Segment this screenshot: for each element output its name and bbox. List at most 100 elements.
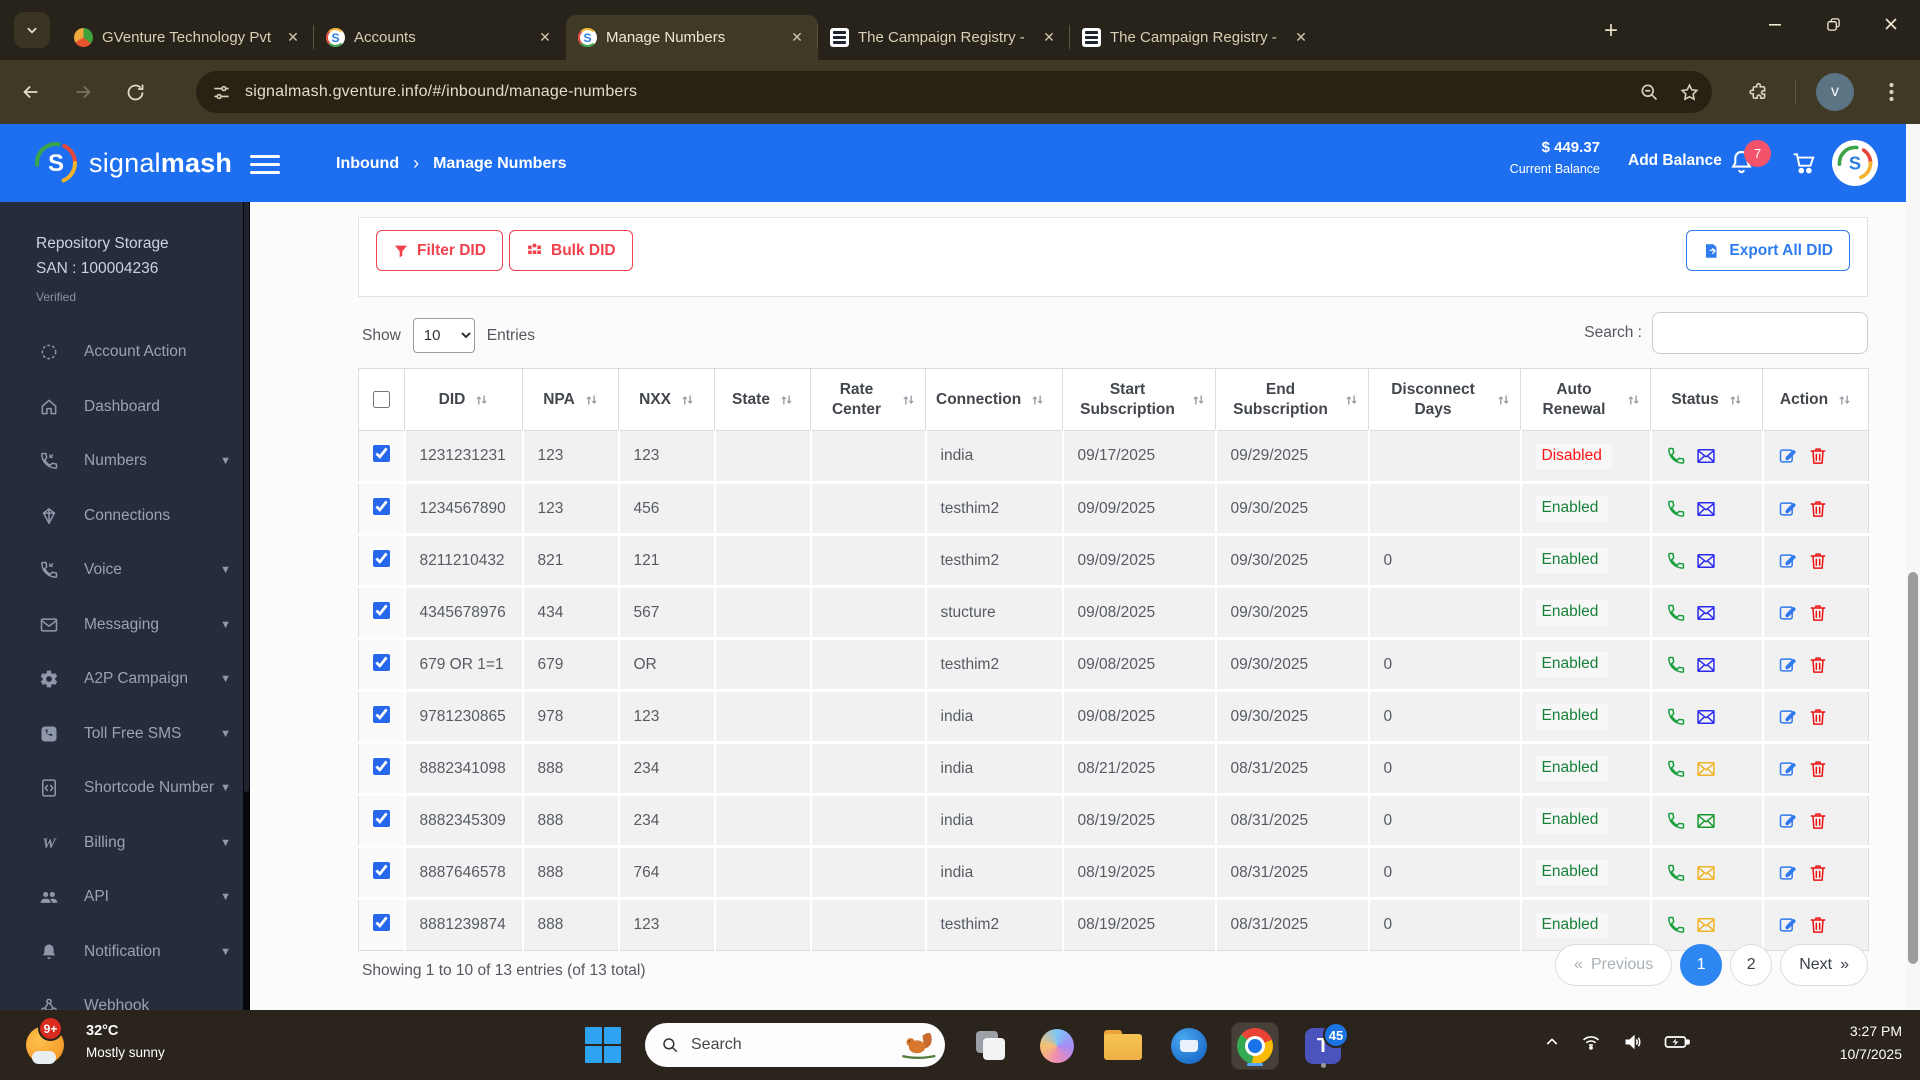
phone-status-icon[interactable] [1666, 759, 1686, 779]
sort-icon[interactable] [902, 392, 915, 408]
row-checkbox[interactable] [372, 809, 390, 827]
sidebar-item-account-action[interactable]: Account Action [0, 325, 243, 380]
row-checkbox[interactable] [372, 653, 390, 671]
phone-status-icon[interactable] [1666, 446, 1686, 466]
sidebar-item-billing[interactable]: W Billing ▼ [0, 816, 243, 871]
browser-menu-button[interactable] [1876, 74, 1906, 110]
bulk-did-button[interactable]: Bulk DID [509, 230, 633, 271]
edit-icon[interactable] [1778, 707, 1798, 727]
row-checkbox[interactable] [372, 445, 390, 462]
tab-close-button[interactable]: ✕ [786, 27, 808, 49]
mail-status-icon[interactable] [1696, 446, 1716, 466]
browser-tab[interactable]: S Manage Numbers ✕ [566, 15, 818, 60]
page-number-button[interactable]: 1 [1680, 944, 1723, 986]
reload-button[interactable] [118, 75, 152, 109]
filter-did-button[interactable]: Filter DID [376, 230, 503, 271]
trash-icon[interactable] [1808, 551, 1828, 571]
edit-icon[interactable] [1778, 759, 1798, 779]
profile-avatar[interactable]: v [1816, 73, 1854, 111]
browser-tab[interactable]: The Campaign Registry - ✕ [1069, 15, 1322, 60]
notifications-button[interactable]: 7 [1728, 140, 1771, 180]
previous-page-button[interactable]: «Previous [1555, 944, 1673, 986]
column-header[interactable]: End Subscription [1215, 368, 1369, 431]
mail-status-icon[interactable] [1696, 499, 1716, 519]
extensions-icon[interactable] [1740, 74, 1776, 110]
sort-icon[interactable] [780, 392, 793, 408]
sort-icon[interactable] [1497, 392, 1510, 408]
zoom-out-icon[interactable] [1632, 75, 1666, 109]
row-checkbox[interactable] [372, 549, 390, 567]
edit-icon[interactable] [1778, 811, 1798, 831]
mail-status-icon[interactable] [1696, 655, 1716, 675]
column-header[interactable]: Status [1650, 368, 1763, 431]
brand-logo[interactable]: S signalmash [33, 140, 232, 186]
address-bar[interactable]: signalmash.gventure.info/#/inbound/manag… [196, 71, 1712, 113]
export-all-did-button[interactable]: Export All DID [1686, 230, 1850, 271]
phone-status-icon[interactable] [1666, 863, 1686, 883]
sort-icon[interactable] [1627, 392, 1640, 408]
edit-icon[interactable] [1778, 603, 1798, 623]
thunderbird-button[interactable] [1166, 1023, 1212, 1069]
trash-icon[interactable] [1808, 811, 1828, 831]
sidebar-scrollbar[interactable] [243, 202, 250, 1010]
forward-button[interactable] [66, 75, 100, 109]
breadcrumb-section[interactable]: Inbound [336, 155, 399, 173]
site-info-icon[interactable] [212, 83, 231, 102]
file-explorer-button[interactable] [1100, 1023, 1146, 1069]
teams-button[interactable]: T 45 [1300, 1022, 1349, 1069]
page-scrollbar-thumb[interactable] [1908, 572, 1918, 964]
sort-icon[interactable] [585, 392, 598, 408]
mail-status-icon[interactable] [1696, 707, 1716, 727]
page-number-button[interactable]: 2 [1730, 944, 1773, 986]
phone-status-icon[interactable] [1666, 811, 1686, 831]
sidebar-item-messaging[interactable]: Messaging ▼ [0, 598, 243, 653]
column-header[interactable]: Action [1762, 368, 1869, 431]
task-view-button[interactable] [968, 1023, 1014, 1069]
row-checkbox[interactable] [372, 914, 390, 931]
sort-icon[interactable] [1345, 392, 1358, 408]
sidebar-item-api[interactable]: API ▼ [0, 870, 243, 925]
mail-status-icon[interactable] [1696, 551, 1716, 571]
cart-button[interactable] [1790, 150, 1818, 181]
sidebar-item-toll-free-sms[interactable]: Toll Free SMS ▼ [0, 707, 243, 762]
sidebar-toggle-button[interactable] [250, 150, 280, 176]
tab-close-button[interactable]: ✕ [1290, 27, 1312, 49]
sidebar-item-a2p-campaign[interactable]: A2P Campaign ▼ [0, 652, 243, 707]
sort-icon[interactable] [1031, 392, 1044, 408]
sidebar-item-shortcode-number[interactable]: Shortcode Number ▼ [0, 761, 243, 816]
mail-status-icon[interactable] [1696, 759, 1716, 779]
page-scrollbar[interactable] [1906, 124, 1920, 1010]
copilot-button[interactable] [1034, 1023, 1080, 1069]
trash-icon[interactable] [1808, 603, 1828, 623]
select-all-checkbox[interactable] [373, 391, 390, 408]
column-header[interactable]: Rate Center [810, 368, 926, 431]
edit-icon[interactable] [1778, 863, 1798, 883]
column-header[interactable]: Connection [925, 368, 1063, 431]
phone-status-icon[interactable] [1666, 707, 1686, 727]
column-header[interactable]: State [714, 368, 811, 431]
tray-chevron-up-icon[interactable] [1544, 1034, 1560, 1050]
mail-status-icon[interactable] [1696, 811, 1716, 831]
browser-tab[interactable]: The Campaign Registry - ✕ [817, 15, 1070, 60]
account-logo-button[interactable]: S [1832, 140, 1878, 186]
trash-icon[interactable] [1808, 759, 1828, 779]
tab-close-button[interactable]: ✕ [534, 27, 556, 49]
row-checkbox[interactable] [372, 705, 390, 723]
edit-icon[interactable] [1778, 655, 1798, 675]
sidebar-item-connections[interactable]: Connections [0, 489, 243, 544]
phone-status-icon[interactable] [1666, 499, 1686, 519]
column-header[interactable]: Start Subscription [1062, 368, 1216, 431]
row-checkbox[interactable] [372, 757, 390, 775]
clock[interactable]: 3:27 PM 10/7/2025 [1840, 1023, 1902, 1062]
trash-icon[interactable] [1808, 655, 1828, 675]
column-header[interactable]: Disconnect Days [1368, 368, 1521, 431]
sort-icon[interactable] [475, 392, 488, 408]
mail-status-icon[interactable] [1696, 863, 1716, 883]
column-header[interactable]: NXX [618, 368, 715, 431]
phone-status-icon[interactable] [1666, 915, 1686, 935]
sidebar-item-dashboard[interactable]: Dashboard [0, 380, 243, 435]
trash-icon[interactable] [1808, 499, 1828, 519]
column-header[interactable]: NPA [522, 368, 619, 431]
row-checkbox[interactable] [372, 601, 390, 619]
column-header[interactable]: Auto Renewal [1520, 368, 1651, 431]
